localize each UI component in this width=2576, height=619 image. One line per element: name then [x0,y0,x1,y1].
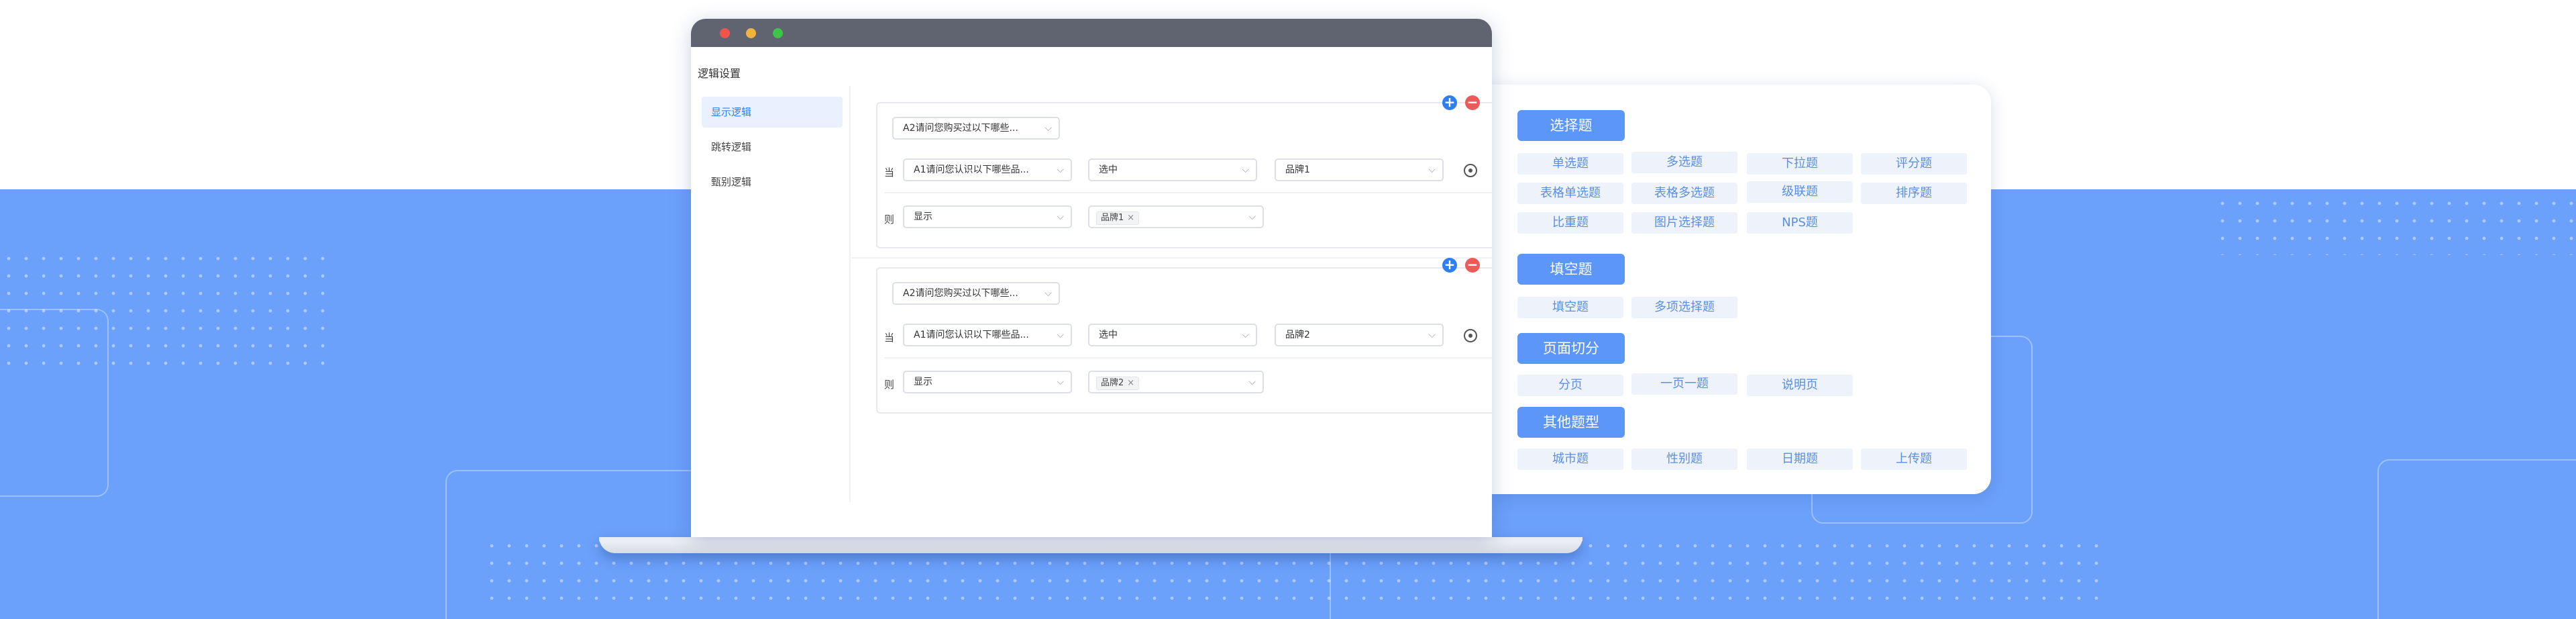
then-label: 则 [884,379,895,391]
logic-sidebar: 显示逻辑 跳转逻辑 甄别逻辑 [702,97,843,201]
target-question-value: A2请问您购买过以下哪些... [903,288,1018,299]
remove-rule-button[interactable]: − [1465,95,1480,110]
chevron-down-icon: ⌵ [1057,164,1064,175]
chip-matrix-multi[interactable]: 表格多选题 [1631,183,1737,204]
chip-ranking[interactable]: 排序题 [1861,183,1967,204]
decor-outline-right [2377,459,2576,619]
chevron-down-icon: ⌵ [1248,211,1256,222]
add-rule-button[interactable]: + [1442,95,1457,110]
option-value: 品牌2 [1285,330,1310,340]
chip-description-page[interactable]: 说明页 [1747,375,1853,396]
window-titlebar [691,19,1492,47]
condition-question-value: A1请问您认识以下哪些品... [914,164,1029,175]
chevron-down-icon: ⌵ [1242,330,1249,340]
chip-multi-blank[interactable]: 多项选择题 [1631,297,1737,318]
option-tag-label: 品牌1 [1101,213,1124,223]
chip-cascade[interactable]: 级联题 [1747,181,1853,203]
chevron-down-icon: ⌵ [1044,123,1052,134]
remove-rule-button[interactable]: − [1465,258,1480,273]
action-value: 显示 [914,211,932,222]
chip-rating[interactable]: 评分题 [1861,153,1967,175]
action-select[interactable]: 显示 ⌵ [903,205,1072,228]
target-options-select[interactable]: 品牌1 × ⌵ [1088,205,1264,228]
option-tag: 品牌1 × [1096,211,1140,225]
page-title: 逻辑设置 [698,67,741,80]
chevron-down-icon: ⌵ [1044,288,1052,299]
chip-single-choice[interactable]: 单选题 [1517,153,1623,175]
action-value: 显示 [914,377,932,387]
rule-divider [852,257,1492,258]
question-type-palette: 选择题 单选题 多选题 下拉题 评分题 表格单选题 表格多选题 级联题 排序题 … [1485,85,1991,494]
condition-question-select[interactable]: A1请问您认识以下哪些品... ⌵ [903,158,1072,181]
when-label: 当 [884,166,895,179]
logic-rule-card: A2请问您购买过以下哪些... ⌵ 当 A1请问您认识以下哪些品... ⌵ 选中… [876,102,1492,248]
target-question-select[interactable]: A2请问您购买过以下哪些... ⌵ [892,117,1060,140]
option-value: 品牌1 [1285,164,1310,175]
minimize-window-dot[interactable] [746,28,756,38]
stage: 选择题 单选题 多选题 下拉题 评分题 表格单选题 表格多选题 级联题 排序题 … [0,0,2576,619]
sidebar-item-display-logic[interactable]: 显示逻辑 [702,97,843,128]
chevron-down-icon: ⌵ [1057,211,1064,222]
operator-value: 选中 [1099,330,1118,340]
chip-multi-choice[interactable]: 多选题 [1631,152,1737,173]
category-fill-blank[interactable]: 填空题 [1517,254,1625,285]
target-question-value: A2请问您购买过以下哪些... [903,123,1018,134]
add-rule-button[interactable]: + [1442,258,1457,273]
operator-value: 选中 [1099,164,1118,175]
chevron-down-icon: ⌵ [1057,330,1064,340]
target-question-select[interactable]: A2请问您购买过以下哪些... ⌵ [892,282,1060,305]
chip-gender[interactable]: 性别题 [1631,448,1737,470]
chevron-down-icon: ⌵ [1248,377,1256,387]
rule-row-divider [884,192,1492,193]
chip-date[interactable]: 日期题 [1747,448,1853,470]
category-choice[interactable]: 选择题 [1517,110,1625,141]
laptop-window: 逻辑设置 显示逻辑 跳转逻辑 甄别逻辑 A2请问您购买过以下哪些... ⌵ 当 … [691,19,1492,537]
option-tag-label: 品牌2 [1101,378,1124,388]
chip-dropdown[interactable]: 下拉题 [1747,153,1853,175]
condition-question-select[interactable]: A1请问您认识以下哪些品... ⌵ [903,324,1072,346]
chevron-down-icon: ⌵ [1428,164,1436,175]
operator-select[interactable]: 选中 ⌵ [1088,158,1257,181]
option-tag: 品牌2 × [1096,377,1140,390]
chip-image-choice[interactable]: 图片选择题 [1631,212,1737,234]
decor-dots-right [2214,195,2576,255]
when-label: 当 [884,332,895,344]
chip-page-break[interactable]: 分页 [1517,375,1623,396]
chip-fill-blank[interactable]: 填空题 [1517,297,1623,318]
category-other[interactable]: 其他题型 [1517,407,1625,438]
chip-city[interactable]: 城市题 [1517,448,1623,470]
gear-icon[interactable] [1464,329,1477,342]
operator-select[interactable]: 选中 ⌵ [1088,324,1257,346]
decor-outline-left [0,309,109,497]
laptop-base-edge [599,537,1582,541]
then-label: 则 [884,213,895,226]
close-window-dot[interactable] [720,28,730,38]
category-page-split[interactable]: 页面切分 [1517,333,1625,364]
sidebar-item-screening-logic[interactable]: 甄别逻辑 [702,166,843,197]
tag-close-icon[interactable]: × [1127,378,1134,388]
option-select[interactable]: 品牌1 ⌵ [1275,158,1444,181]
sidebar-divider [849,86,851,502]
option-select[interactable]: 品牌2 ⌵ [1275,324,1444,346]
sidebar-item-jump-logic[interactable]: 跳转逻辑 [702,132,843,162]
gear-icon[interactable] [1464,164,1477,177]
chip-upload[interactable]: 上传题 [1861,448,1967,470]
chevron-down-icon: ⌵ [1428,330,1436,340]
chevron-down-icon: ⌵ [1242,164,1249,175]
chip-matrix-single[interactable]: 表格单选题 [1517,183,1623,204]
logic-rule-card: A2请问您购买过以下哪些... ⌵ 当 A1请问您认识以下哪些品... ⌵ 选中… [876,267,1492,414]
chip-nps[interactable]: NPS题 [1747,212,1853,234]
rule-row-divider [884,357,1492,359]
condition-question-value: A1请问您认识以下哪些品... [914,330,1029,340]
maximize-window-dot[interactable] [773,28,783,38]
chevron-down-icon: ⌵ [1057,377,1064,387]
action-select[interactable]: 显示 ⌵ [903,371,1072,393]
target-options-select[interactable]: 品牌2 × ⌵ [1088,371,1264,393]
chip-one-per-page[interactable]: 一页一题 [1631,373,1737,395]
tag-close-icon[interactable]: × [1127,213,1134,223]
chip-proportion[interactable]: 比重题 [1517,212,1623,234]
